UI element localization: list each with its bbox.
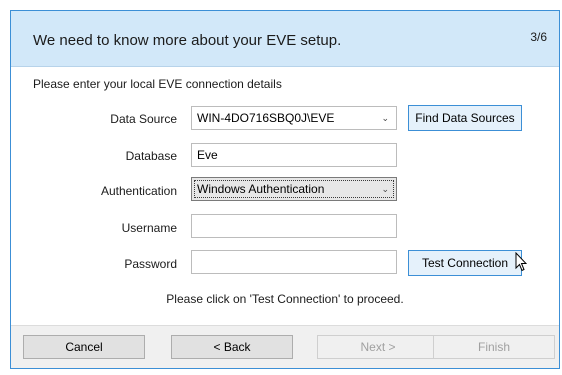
database-value: Eve [197, 148, 218, 162]
back-button[interactable]: < Back [171, 335, 293, 359]
proceed-hint: Please click on 'Test Connection' to pro… [166, 292, 404, 306]
cancel-button[interactable]: Cancel [23, 335, 145, 359]
data-source-select[interactable]: WIN-4DO716SBQ0J\EVE ⌄ [191, 106, 397, 130]
database-label: Database [125, 149, 177, 163]
username-input[interactable] [191, 214, 397, 238]
password-input[interactable] [191, 250, 397, 274]
data-source-value: WIN-4DO716SBQ0J\EVE [197, 111, 335, 125]
database-input[interactable]: Eve [191, 143, 397, 167]
authentication-value: Windows Authentication [197, 182, 325, 196]
password-label: Password [124, 257, 177, 271]
next-button[interactable]: Next > [317, 335, 439, 359]
find-data-sources-button[interactable]: Find Data Sources [408, 105, 522, 131]
wizard-footer: Cancel < Back Next > Finish [11, 325, 559, 368]
data-source-label: Data Source [110, 112, 177, 126]
test-connection-button[interactable]: Test Connection [408, 250, 522, 276]
wizard-window: We need to know more about your EVE setu… [10, 10, 560, 369]
wizard-header: We need to know more about your EVE setu… [11, 11, 559, 67]
chevron-down-icon: ⌄ [381, 184, 389, 194]
intro-text: Please enter your local EVE connection d… [33, 77, 282, 91]
username-label: Username [121, 221, 177, 235]
chevron-down-icon: ⌄ [381, 113, 389, 123]
page-title: We need to know more about your EVE setu… [33, 32, 342, 49]
finish-button[interactable]: Finish [433, 335, 555, 359]
authentication-label: Authentication [100, 184, 177, 198]
authentication-select[interactable]: Windows Authentication ⌄ [191, 177, 397, 201]
mouse-cursor-icon [515, 251, 528, 275]
step-indicator: 3/6 [530, 30, 547, 44]
